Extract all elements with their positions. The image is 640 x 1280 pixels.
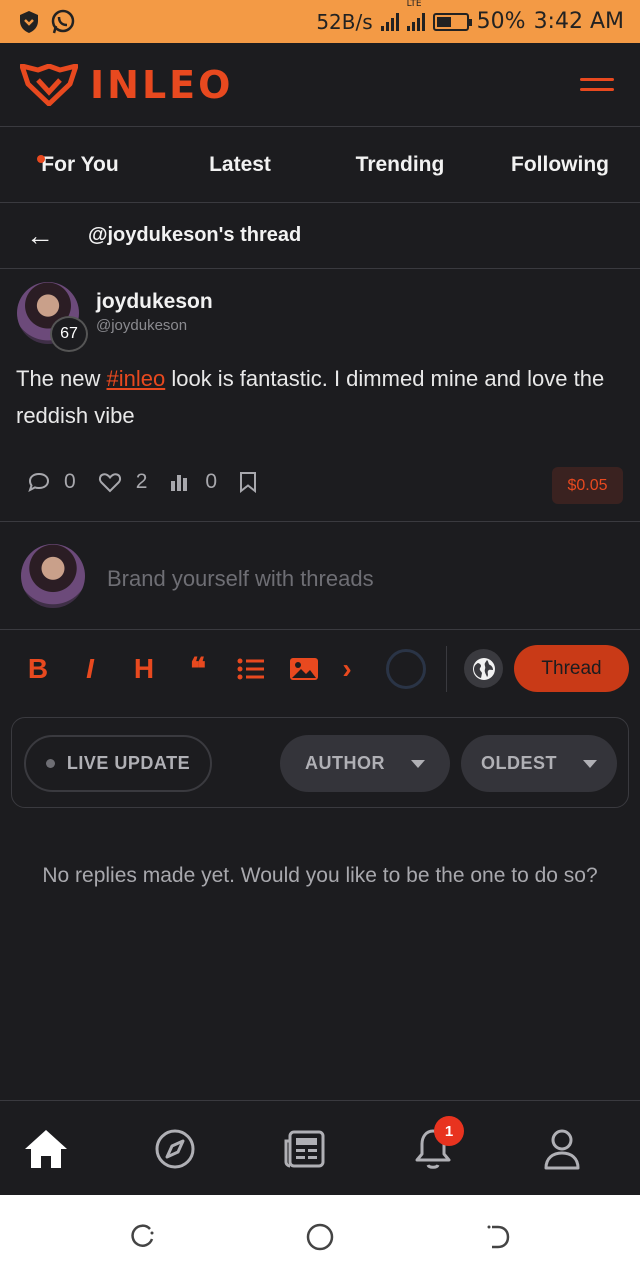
image-icon	[290, 658, 318, 680]
tab-following[interactable]: Following	[480, 127, 640, 202]
back-button-icon[interactable]	[484, 1223, 512, 1251]
reply-composer: Brand yourself with threads	[0, 522, 640, 630]
author-handle[interactable]: @joydukeson	[96, 317, 187, 334]
live-indicator-dot	[45, 759, 55, 768]
reply-filters: LIVE UPDATE AUTHOR OLDEST	[11, 717, 629, 808]
thread-header: ← @joydukeson's thread	[0, 203, 640, 269]
shield-icon	[20, 10, 38, 33]
post-text: The new #inleo look is fantastic. I dimm…	[16, 360, 616, 434]
list-icon	[237, 658, 264, 680]
tab-label: Trending	[355, 152, 445, 176]
author-filter-dropdown[interactable]: AUTHOR	[280, 735, 450, 792]
hashtag-link[interactable]: #inleo	[107, 366, 166, 391]
bookmark-button[interactable]	[239, 471, 257, 493]
bold-button[interactable]: B	[24, 648, 52, 690]
bar-chart-icon	[171, 475, 188, 491]
heart-icon	[98, 472, 121, 492]
signal-icon	[380, 12, 399, 31]
comment-count: 0	[64, 470, 76, 493]
like-count: 2	[135, 470, 148, 493]
globe-icon[interactable]	[464, 649, 503, 688]
clock: 3:42 AM	[533, 9, 624, 34]
image-button[interactable]	[288, 648, 320, 690]
italic-button[interactable]: I	[76, 648, 104, 690]
empty-replies-message: No replies made yet. Would you like to b…	[42, 864, 598, 887]
composer-avatar	[21, 544, 85, 608]
thread-submit-button[interactable]: Thread	[514, 645, 629, 692]
toolbar-divider	[446, 646, 447, 692]
character-counter-ring	[386, 649, 426, 689]
author-name[interactable]: joydukeson	[96, 290, 213, 314]
tab-for-you[interactable]: For You	[0, 127, 160, 202]
battery-icon	[432, 12, 472, 31]
post-text-start: The new	[16, 366, 107, 391]
bookmark-icon	[240, 472, 257, 493]
tab-label: Latest	[209, 152, 271, 176]
hamburger-icon[interactable]	[580, 78, 614, 91]
home-icon[interactable]	[22, 1125, 70, 1173]
network-type: LTE	[406, 0, 422, 9]
sort-order-label: OLDEST	[480, 753, 557, 773]
news-icon[interactable]	[280, 1125, 328, 1173]
chevron-down-icon	[583, 759, 597, 768]
battery-percent: 50%	[476, 9, 526, 34]
payout-badge[interactable]: $0.05	[552, 467, 623, 504]
inleo-logo[interactable]: INLEO	[20, 63, 233, 107]
quote-button[interactable]: ❝	[182, 648, 214, 690]
editor-toolbar: B I H ❝ › Thread	[0, 640, 640, 698]
explore-icon[interactable]	[151, 1125, 199, 1173]
post-actions: 0 2 0	[28, 470, 257, 494]
view-count: 0	[205, 470, 218, 493]
app-header: INLEO	[0, 43, 640, 127]
home-button-icon[interactable]	[306, 1223, 334, 1251]
lion-logo-icon	[20, 63, 78, 106]
live-update-label: LIVE UPDATE	[66, 753, 191, 773]
system-navigation-bar	[0, 1195, 640, 1280]
bottom-navigation: 1	[0, 1100, 640, 1195]
logo-text: INLEO	[90, 62, 234, 107]
chevron-down-icon	[411, 759, 425, 768]
profile-icon[interactable]	[538, 1125, 586, 1173]
tab-label: Following	[511, 152, 609, 176]
sort-order-dropdown[interactable]: OLDEST	[461, 735, 617, 792]
signal-icon-lte	[406, 12, 425, 31]
reputation-badge: 67	[50, 316, 88, 352]
thread-title: @joydukeson's thread	[88, 224, 302, 246]
comment-icon	[28, 472, 50, 492]
live-update-toggle[interactable]: LIVE UPDATE	[24, 735, 212, 792]
views-button[interactable]: 0	[169, 470, 217, 494]
author-filter-label: AUTHOR	[305, 753, 385, 773]
more-tools-button[interactable]: ›	[336, 648, 358, 690]
thread-post: 67 joydukeson @joydukeson The new #inleo…	[0, 270, 640, 522]
back-arrow-icon[interactable]: ←	[26, 221, 54, 250]
notifications-icon[interactable]: 1	[409, 1116, 464, 1173]
active-dot	[37, 155, 45, 163]
tab-label: For You	[41, 152, 119, 176]
net-speed: 52B/s	[316, 9, 373, 34]
status-bar: 52B/s LTE 50% 3:42 AM	[0, 0, 640, 43]
whatsapp-icon	[51, 9, 75, 33]
heading-button[interactable]: H	[128, 648, 160, 690]
tab-latest[interactable]: Latest	[160, 127, 320, 202]
list-button[interactable]	[236, 648, 266, 690]
like-button[interactable]: 2	[98, 470, 148, 494]
thread-input[interactable]: Brand yourself with threads	[107, 566, 374, 592]
notification-badge: 1	[434, 1116, 464, 1146]
tab-trending[interactable]: Trending	[320, 127, 480, 202]
comment-button[interactable]: 0	[28, 470, 76, 494]
recent-apps-icon[interactable]	[128, 1223, 156, 1251]
feed-tabs: For You Latest Trending Following	[0, 127, 640, 203]
